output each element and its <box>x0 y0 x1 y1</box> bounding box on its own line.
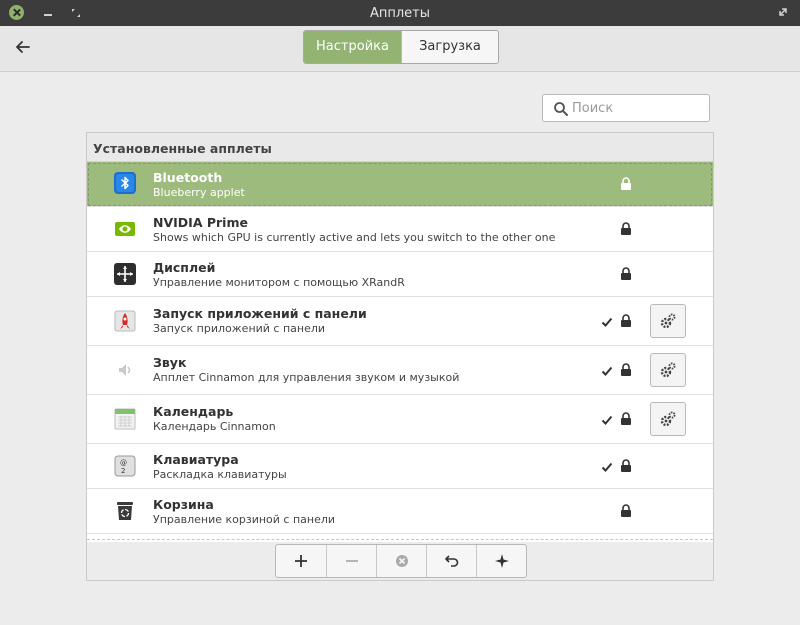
list-item-display[interactable]: Дисплей Управление монитором с помощью X… <box>87 252 713 297</box>
applets-list[interactable]: Bluetooth Blueberry applet NVIDIA Prime … <box>87 162 713 542</box>
calendar-icon <box>114 408 136 430</box>
list-item-calendar[interactable]: Календарь Календарь Cinnamon <box>87 395 713 444</box>
lock-icon <box>621 504 631 517</box>
lock-icon <box>621 363 631 376</box>
star-icon <box>495 554 509 568</box>
window-title: Апплеты <box>369 6 431 21</box>
plus-icon <box>295 555 307 567</box>
lock-icon <box>621 267 631 280</box>
gears-icon <box>660 411 676 427</box>
back-button[interactable] <box>12 37 34 57</box>
list-divider <box>87 539 713 540</box>
list-item-sound[interactable]: Звук Апплет Cinnamon для управления звук… <box>87 346 713 395</box>
speaker-icon <box>119 364 131 376</box>
more-options-button[interactable] <box>476 545 526 577</box>
remove-applet-button[interactable] <box>326 545 376 577</box>
check-icon <box>601 462 613 472</box>
lock-icon <box>621 459 631 472</box>
trash-icon <box>117 502 133 520</box>
lock-icon <box>621 314 631 327</box>
undo-button[interactable] <box>426 545 476 577</box>
tab-manage[interactable]: Настройка <box>304 31 401 63</box>
applet-name: Дисплей <box>153 260 216 275</box>
applet-description: Blueberry applet <box>153 186 245 199</box>
list-item-trash[interactable]: Корзина Управление корзиной с панели <box>87 489 713 534</box>
applet-name: NVIDIA Prime <box>153 215 248 230</box>
minus-icon <box>346 560 358 562</box>
clear-applets-button[interactable] <box>376 545 426 577</box>
list-item-bluetooth[interactable]: Bluetooth Blueberry applet <box>87 162 713 207</box>
clear-icon <box>396 555 408 567</box>
title-bar: Апплеты <box>0 0 800 26</box>
configure-button[interactable] <box>650 304 686 338</box>
launcher-icon <box>114 310 136 332</box>
configure-button[interactable] <box>650 353 686 387</box>
svg-text:@: @ <box>120 459 127 467</box>
applet-name: Клавиатура <box>153 452 239 467</box>
applet-name: Bluetooth <box>153 170 223 185</box>
panel-title: Установленные апплеты <box>87 133 713 162</box>
check-icon <box>601 317 613 327</box>
search-input[interactable] <box>572 99 704 117</box>
applet-description: Запуск приложений с панели <box>153 322 326 335</box>
lock-icon <box>621 412 631 425</box>
add-applet-button[interactable] <box>276 545 326 577</box>
check-icon <box>601 415 613 425</box>
search-box[interactable] <box>542 94 710 122</box>
back-arrow-icon <box>16 41 30 53</box>
lock-icon <box>621 177 631 190</box>
maximize-window-button[interactable] <box>777 6 789 18</box>
undo-icon <box>445 555 459 567</box>
check-icon <box>601 366 613 376</box>
applet-description: Апплет Cinnamon для управления звуком и … <box>153 371 460 384</box>
header-bar: Настройка Загрузка <box>0 26 800 72</box>
search-icon <box>554 102 568 116</box>
applet-description: Управление монитором с помощью XRandR <box>153 276 405 289</box>
applet-name: Календарь <box>153 404 234 419</box>
list-item-keyboard[interactable]: @ 2 Клавиатура Раскладка клавиатуры <box>87 444 713 489</box>
lock-icon <box>621 222 631 235</box>
applets-panel: Установленные апплеты Bluetooth Blueberr… <box>86 132 714 581</box>
applet-description: Управление корзиной с панели <box>153 513 336 526</box>
nvidia-icon <box>115 222 135 236</box>
applet-name: Запуск приложений с панели <box>153 306 367 321</box>
applet-description: Shows which GPU is currently active and … <box>153 231 556 244</box>
svg-text:2: 2 <box>121 467 125 475</box>
applet-toolbar <box>275 544 527 578</box>
gears-icon <box>660 362 676 378</box>
applet-name: Звук <box>153 355 187 370</box>
tab-download[interactable]: Загрузка <box>401 31 498 63</box>
view-switcher: Настройка Загрузка <box>303 30 499 64</box>
toolbar-area <box>87 542 713 580</box>
list-item-nvidia-prime[interactable]: NVIDIA Prime Shows which GPU is currentl… <box>87 207 713 252</box>
applet-description: Календарь Cinnamon <box>153 420 276 433</box>
applet-description: Раскладка клавиатуры <box>153 468 287 481</box>
applet-name: Корзина <box>153 497 214 512</box>
keyboard-icon: @ 2 <box>114 455 136 477</box>
bluetooth-icon <box>114 172 136 194</box>
display-icon <box>114 263 136 285</box>
list-item-panel-launchers[interactable]: Запуск приложений с панели Запуск прилож… <box>87 297 713 346</box>
configure-button[interactable] <box>650 402 686 436</box>
gears-icon <box>660 313 676 329</box>
